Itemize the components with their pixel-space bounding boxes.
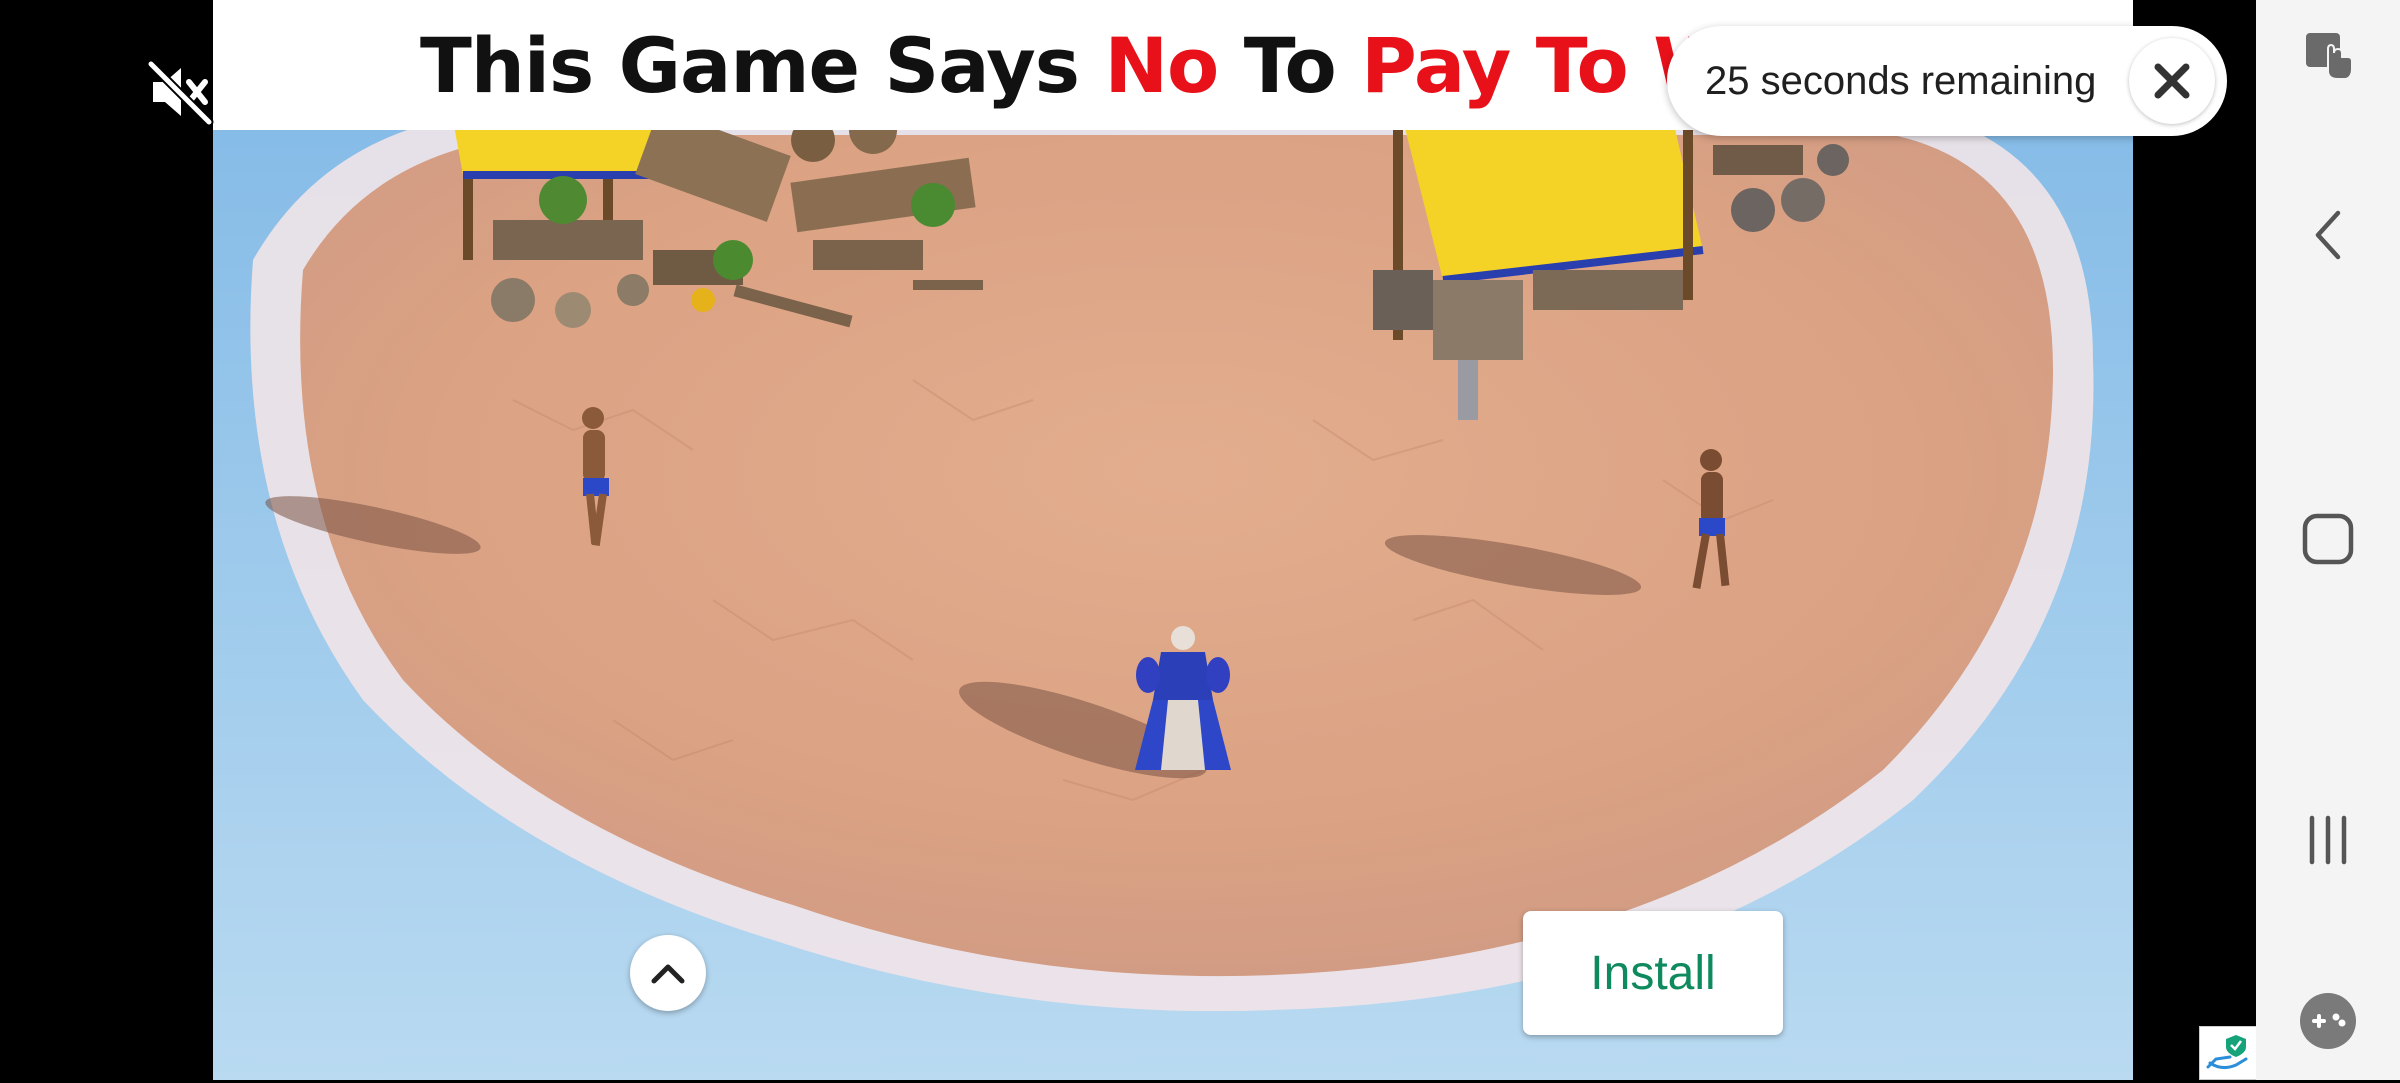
back-icon[interactable] bbox=[2256, 200, 2400, 270]
install-button[interactable]: Install bbox=[1523, 911, 1783, 1035]
home-icon[interactable] bbox=[2256, 504, 2400, 574]
speaker-muted-icon[interactable] bbox=[145, 56, 217, 128]
system-nav-bar bbox=[2256, 0, 2400, 1080]
chevron-up-icon bbox=[651, 964, 685, 984]
letterbox-right bbox=[2133, 0, 2256, 1080]
game-scene-illustration bbox=[213, 0, 2133, 1080]
close-icon bbox=[2154, 63, 2190, 99]
letterbox-left bbox=[0, 0, 213, 1080]
ad-video[interactable]: This Game Says No To Pay To W bbox=[213, 0, 2133, 1080]
screen-touch-icon[interactable] bbox=[2256, 22, 2400, 92]
recents-icon[interactable] bbox=[2256, 805, 2400, 875]
countdown-text: 25 seconds remaining bbox=[1705, 58, 2097, 103]
expand-button[interactable] bbox=[630, 935, 706, 1011]
banner-title: This Game Says No To Pay To W bbox=[419, 20, 1737, 110]
close-button[interactable] bbox=[2129, 38, 2215, 124]
game-launcher-icon[interactable] bbox=[2256, 986, 2400, 1056]
ad-choices-icon[interactable] bbox=[2199, 1026, 2257, 1080]
countdown-pill: 25 seconds remaining bbox=[1667, 26, 2227, 136]
